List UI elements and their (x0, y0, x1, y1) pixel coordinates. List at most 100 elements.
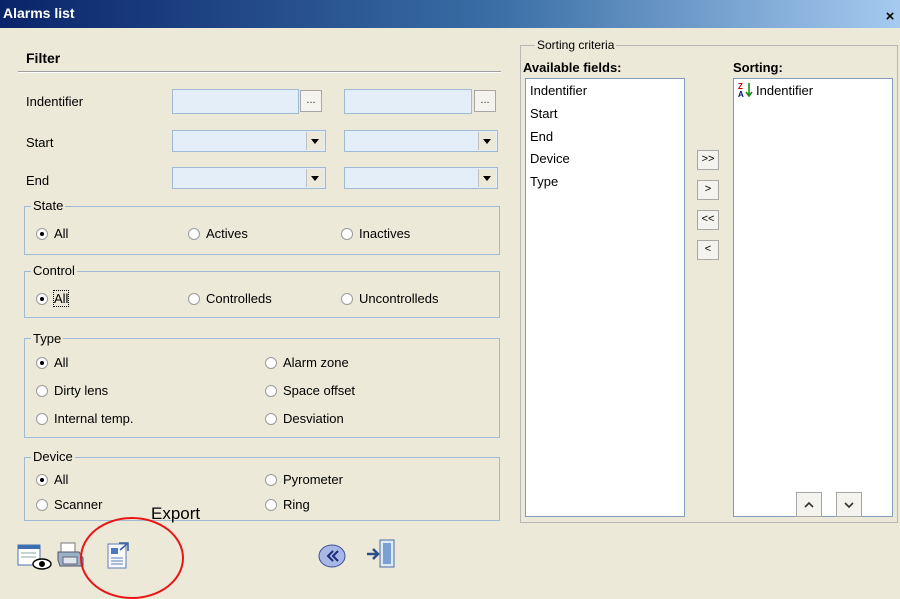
radio-label: Ring (283, 497, 310, 512)
state-inactives-radio[interactable]: Inactives (341, 226, 410, 241)
radio-label: All (54, 226, 69, 241)
radio-icon (341, 227, 353, 240)
end-from-select[interactable] (172, 167, 326, 189)
list-item[interactable]: End (530, 129, 553, 144)
remove-button[interactable]: < (697, 240, 719, 260)
radio-label: All (54, 472, 69, 487)
move-down-button[interactable] (836, 492, 862, 517)
export-highlight-circle (80, 517, 184, 599)
chevron-up-icon (804, 501, 814, 508)
close-button[interactable]: × (880, 8, 900, 26)
radio-selected-icon (36, 473, 48, 486)
start-to-select[interactable] (344, 130, 498, 152)
radio-icon (265, 356, 277, 369)
type-dirty-lens-radio[interactable]: Dirty lens (36, 383, 108, 398)
list-item-label: Indentifier (756, 82, 814, 98)
device-pyrometer-radio[interactable]: Pyrometer (265, 472, 343, 487)
radio-icon (188, 292, 200, 305)
control-controlleds-radio[interactable]: Controlleds (188, 291, 272, 306)
chevron-down-icon[interactable] (306, 132, 324, 150)
list-item[interactable]: Device (530, 151, 570, 166)
list-item[interactable]: Type (530, 174, 558, 189)
radio-label: Alarm zone (283, 355, 349, 370)
identifier-to-browse-button[interactable]: ... (474, 90, 496, 112)
move-up-button[interactable] (796, 492, 822, 517)
end-label: End (26, 173, 50, 188)
radio-label: All (52, 290, 70, 307)
chevron-down-icon (844, 502, 854, 509)
identifier-label: Indentifier (26, 94, 84, 109)
window-title: Alarms list (3, 5, 75, 21)
radio-icon (265, 384, 277, 397)
list-item[interactable]: ZA Indentifier (738, 82, 814, 99)
remove-all-button[interactable]: << (697, 210, 719, 230)
radio-label: Dirty lens (54, 383, 109, 398)
radio-label: All (54, 355, 69, 370)
start-label: Start (26, 135, 54, 150)
exit-icon[interactable] (365, 537, 399, 574)
list-item[interactable]: Indentifier (530, 83, 587, 98)
chevron-down-icon[interactable] (478, 169, 496, 187)
identifier-from-input[interactable] (172, 89, 299, 114)
control-group-label: Control (31, 263, 77, 278)
list-item[interactable]: Start (530, 106, 557, 121)
type-all-radio[interactable]: All (36, 355, 68, 370)
add-button[interactable]: > (697, 180, 719, 200)
sorting-list[interactable]: ZA Indentifier (733, 78, 893, 517)
control-uncontrolleds-radio[interactable]: Uncontrolleds (341, 291, 439, 306)
control-all-radio[interactable]: All (36, 290, 70, 307)
device-group-label: Device (31, 449, 75, 464)
title-bar: Alarms list × (0, 0, 900, 28)
start-from-select[interactable] (172, 130, 326, 152)
radio-icon (188, 227, 200, 240)
state-actives-radio[interactable]: Actives (188, 226, 248, 241)
type-group-label: Type (31, 331, 64, 346)
radio-selected-icon (36, 356, 48, 369)
radio-icon (265, 498, 277, 511)
radio-selected-icon (36, 227, 48, 240)
view-icon[interactable] (17, 543, 53, 574)
radio-icon (36, 384, 48, 397)
available-fields-title: Available fields: (523, 60, 622, 75)
radio-label: Internal temp. (54, 411, 134, 426)
type-desviation-radio[interactable]: Desviation (265, 411, 344, 426)
radio-label: Desviation (283, 411, 344, 426)
add-all-button[interactable]: >> (697, 150, 719, 170)
type-internal-temp-radio[interactable]: Internal temp. (36, 411, 134, 426)
end-to-select[interactable] (344, 167, 498, 189)
radio-selected-icon (36, 292, 48, 305)
radio-label: Uncontrolleds (359, 291, 439, 306)
back-icon[interactable] (318, 543, 346, 572)
radio-icon (36, 412, 48, 425)
sorting-title: Sorting: (733, 60, 783, 75)
state-group-label: State (31, 198, 66, 213)
radio-label: Inactives (359, 226, 411, 241)
radio-icon (265, 473, 277, 486)
chevron-down-icon[interactable] (306, 169, 324, 187)
available-fields-list[interactable]: Indentifier Start End Device Type (525, 78, 685, 517)
svg-text:A: A (738, 90, 744, 98)
radio-icon (265, 412, 277, 425)
filter-divider (18, 71, 501, 73)
chevron-down-icon[interactable] (478, 132, 496, 150)
radio-icon (36, 498, 48, 511)
identifier-from-browse-button[interactable]: ... (300, 90, 322, 112)
device-all-radio[interactable]: All (36, 472, 68, 487)
type-alarm-zone-radio[interactable]: Alarm zone (265, 355, 349, 370)
radio-label: Space offset (283, 383, 356, 398)
radio-label: Pyrometer (283, 472, 343, 487)
sort-descending-icon: ZA (738, 82, 754, 99)
device-scanner-radio[interactable]: Scanner (36, 497, 102, 512)
radio-label: Actives (206, 226, 248, 241)
type-space-offset-radio[interactable]: Space offset (265, 383, 355, 398)
device-ring-radio[interactable]: Ring (265, 497, 310, 512)
state-all-radio[interactable]: All (36, 226, 68, 241)
radio-label: Controlleds (206, 291, 272, 306)
radio-label: Scanner (54, 497, 103, 512)
export-annotation-label: Export (151, 504, 201, 523)
radio-icon (341, 292, 353, 305)
sorting-criteria-legend: Sorting criteria (535, 38, 617, 52)
state-group (24, 206, 500, 255)
identifier-to-input[interactable] (344, 89, 472, 114)
filter-title: Filter (26, 50, 61, 66)
